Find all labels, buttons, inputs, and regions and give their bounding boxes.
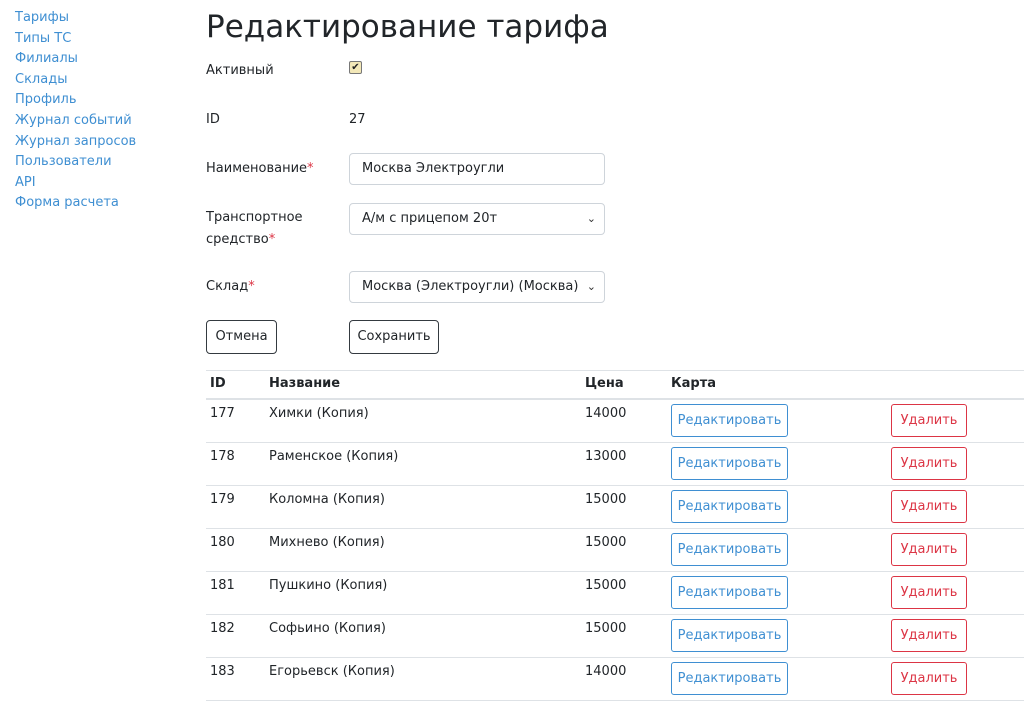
sidebar-item-warehouses[interactable]: Склады — [15, 70, 165, 91]
vehicle-label-line2: средство — [206, 232, 269, 247]
chevron-down-icon: ⌄ — [586, 280, 596, 293]
col-map-header: Карта — [671, 376, 717, 391]
row-name: Софьино (Копия) — [269, 621, 386, 636]
row-name: Химки (Копия) — [269, 406, 369, 421]
sidebar-item-event-log[interactable]: Журнал событий — [15, 111, 165, 132]
edit-button[interactable]: Редактировать — [671, 447, 788, 480]
name-label: Наименование* — [206, 158, 314, 180]
edit-button[interactable]: Редактировать — [671, 619, 788, 652]
table-header: ID Название Цена Карта — [206, 370, 1024, 400]
vehicle-select-value: А/м с прицепом 20т — [362, 211, 498, 226]
delete-button[interactable]: Удалить — [891, 662, 967, 695]
row-id: 180 — [210, 535, 235, 550]
vehicle-label-line1: Транспортное — [206, 210, 303, 225]
edit-button[interactable]: Редактировать — [671, 533, 788, 566]
name-label-text: Наименование — [206, 161, 308, 176]
warehouse-select[interactable]: Москва (Электроугли) (Москва) ⌄ — [349, 271, 605, 303]
col-id-header: ID — [210, 376, 226, 391]
sidebar-item-branches[interactable]: Филиалы — [15, 49, 165, 70]
row-name: Егорьевск (Копия) — [269, 664, 395, 679]
sidebar-nav: Тарифы Типы ТС Филиалы Склады Профиль Жу… — [15, 8, 165, 214]
edit-button[interactable]: Редактировать — [671, 404, 788, 437]
row-price: 15000 — [585, 535, 627, 550]
sidebar-item-request-log[interactable]: Журнал запросов — [15, 132, 165, 153]
row-price: 15000 — [585, 578, 627, 593]
delete-button[interactable]: Удалить — [891, 576, 967, 609]
delete-button[interactable]: Удалить — [891, 533, 967, 566]
table-row: 180 Михнево (Копия) 15000 Редактировать … — [206, 529, 1024, 572]
table-row: 179 Коломна (Копия) 15000 Редактировать … — [206, 486, 1024, 529]
required-mark: * — [248, 279, 255, 294]
row-id: 181 — [210, 578, 235, 593]
id-value: 27 — [349, 112, 366, 127]
row-name: Раменское (Копия) — [269, 449, 399, 464]
sidebar-item-profile[interactable]: Профиль — [15, 90, 165, 111]
table-row: 177 Химки (Копия) 14000 Редактировать Уд… — [206, 400, 1024, 443]
warehouse-select-value: Москва (Электроугли) (Москва) — [362, 279, 579, 294]
table-row: 183 Егорьевск (Копия) 14000 Редактироват… — [206, 658, 1024, 701]
edit-button[interactable]: Редактировать — [671, 490, 788, 523]
col-name-header: Название — [269, 376, 341, 391]
row-id: 183 — [210, 664, 235, 679]
sidebar-item-api[interactable]: API — [15, 173, 165, 194]
sidebar-item-vehicle-types[interactable]: Типы ТС — [15, 29, 165, 50]
delete-button[interactable]: Удалить — [891, 619, 967, 652]
row-price: 13000 — [585, 449, 627, 464]
row-id: 178 — [210, 449, 235, 464]
row-name: Пушкино (Копия) — [269, 578, 388, 593]
row-id: 182 — [210, 621, 235, 636]
table-row: 178 Раменское (Копия) 13000 Редактироват… — [206, 443, 1024, 486]
id-label: ID — [206, 112, 220, 127]
delete-button[interactable]: Удалить — [891, 447, 967, 480]
vehicle-select[interactable]: А/м с прицепом 20т ⌄ — [349, 203, 605, 235]
save-button[interactable]: Сохранить — [349, 320, 439, 354]
sidebar-item-tariffs[interactable]: Тарифы — [15, 8, 165, 29]
row-id: 177 — [210, 406, 235, 421]
edit-button[interactable]: Редактировать — [671, 576, 788, 609]
row-id: 179 — [210, 492, 235, 507]
page-title: Редактирование тарифа — [206, 9, 609, 45]
warehouse-label-text: Склад — [206, 279, 249, 294]
name-input[interactable]: Москва Электроугли — [349, 153, 605, 185]
required-mark: * — [307, 161, 314, 176]
col-price-header: Цена — [585, 376, 624, 391]
active-checkbox[interactable]: ✔ — [349, 61, 362, 74]
table-row: 182 Софьино (Копия) 15000 Редактировать … — [206, 615, 1024, 658]
row-price: 15000 — [585, 621, 627, 636]
vehicle-label: Транспортное средство* — [206, 207, 303, 251]
chevron-down-icon: ⌄ — [586, 212, 596, 225]
edit-button[interactable]: Редактировать — [671, 662, 788, 695]
warehouse-label: Склад* — [206, 276, 255, 298]
row-price: 14000 — [585, 664, 627, 679]
row-name: Михнево (Копия) — [269, 535, 385, 550]
delete-button[interactable]: Удалить — [891, 404, 967, 437]
row-price: 14000 — [585, 406, 627, 421]
delete-button[interactable]: Удалить — [891, 490, 967, 523]
sidebar-item-users[interactable]: Пользователи — [15, 152, 165, 173]
sidebar-item-calc-form[interactable]: Форма расчета — [15, 193, 165, 214]
check-icon: ✔ — [351, 62, 360, 73]
row-name: Коломна (Копия) — [269, 492, 385, 507]
row-price: 15000 — [585, 492, 627, 507]
required-mark: * — [268, 232, 276, 247]
table-row: 181 Пушкино (Копия) 15000 Редактировать … — [206, 572, 1024, 615]
active-label: Активный — [206, 63, 274, 78]
cancel-button[interactable]: Отмена — [206, 320, 277, 354]
